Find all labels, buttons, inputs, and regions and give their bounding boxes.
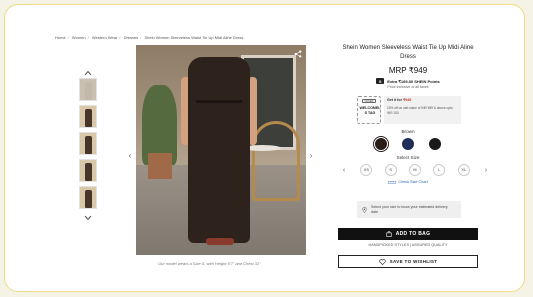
image-caption: Our model wears a Size S, with Height 5'… (158, 261, 261, 266)
thumbnail-strip (77, 68, 99, 223)
size-next-icon[interactable]: › (482, 167, 490, 174)
add-to-bag-label: ADD TO BAG (395, 231, 431, 237)
thumbnail-1[interactable] (79, 78, 97, 101)
quality-tagline: HANDPICKED STYLES | ASSURED QUALITY (368, 243, 448, 247)
breadcrumb-women[interactable]: Women (72, 35, 86, 40)
share-icon[interactable] (293, 49, 302, 58)
swatch-navy[interactable] (402, 138, 414, 150)
save-to-wishlist-button[interactable]: SAVE TO WISHLIST (338, 255, 478, 268)
product-price: MRP ₹949 (388, 66, 428, 75)
breadcrumb-home[interactable]: Home (55, 35, 66, 40)
breadcrumb: Home / Women / Western Wear / Dresses / Shei… (55, 35, 244, 40)
thumbnail-2[interactable] (79, 105, 97, 128)
shein-points: S Extra ₹189.80 SHEIN Points (338, 78, 478, 84)
swatch-black[interactable] (429, 138, 441, 150)
points-text: Extra ₹189.80 SHEIN Points (387, 78, 440, 84)
get-for-label: Get it for (387, 98, 402, 102)
coupon-code: WELCOMEL S TAG (359, 106, 381, 115)
add-to-bag-button[interactable]: ADD TO BAG (338, 228, 478, 240)
product-page-frame: Home / Women / Western Wear / Dresses / Shei… (4, 4, 525, 292)
size-chart-label: Check Size Chart (398, 180, 428, 184)
delivery-info: Select your size to know your estimated … (357, 201, 461, 218)
size-m[interactable]: M (408, 164, 421, 176)
wishlist-label: SAVE TO WISHLIST (389, 259, 438, 264)
offer-section: OFFER WELCOMEL S TAG Get it for ₹949 15%… (357, 96, 461, 124)
size-chart-link[interactable]: Check Size Chart (338, 180, 478, 184)
product-title: Shein Women Sleeveless Waist Tie Up Midi… (342, 45, 474, 60)
size-s[interactable]: S (384, 164, 397, 176)
offer-description: 15% off on cart value of INR 699 & above… (387, 106, 453, 115)
size-prev-icon[interactable]: ‹ (340, 167, 348, 174)
get-for-amount: ₹949 (402, 98, 412, 102)
chevron-left-icon[interactable]: ‹ (125, 150, 135, 160)
thumbnail-4[interactable] (79, 159, 97, 182)
breadcrumb-dresses[interactable]: Dresses (124, 35, 139, 40)
thumbnail-5[interactable] (79, 186, 97, 209)
thumbnail-3[interactable] (79, 132, 97, 155)
color-label: Brown (401, 129, 415, 134)
ruler-icon (388, 180, 396, 184)
coupon-tag: OFFER (362, 99, 376, 103)
location-icon (362, 206, 367, 213)
chevron-right-icon[interactable]: › (306, 150, 316, 160)
main-product-image (136, 45, 306, 255)
delivery-text: Select your size to know your estimated … (370, 204, 448, 214)
size-xs[interactable]: XS (360, 164, 373, 176)
heart-icon (378, 258, 386, 265)
bag-icon (386, 231, 392, 237)
points-badge-icon: S (376, 78, 385, 84)
tax-note: Price inclusive of all taxes (387, 85, 429, 89)
chevron-down-icon[interactable] (77, 213, 99, 223)
coupon-card[interactable]: OFFER WELCOMEL S TAG (357, 96, 381, 124)
color-swatches (372, 135, 441, 153)
chevron-up-icon[interactable] (77, 68, 99, 78)
size-label: Select Size (396, 155, 420, 160)
breadcrumb-current: Shein Women Sleeveless Waist Tie Up Midi… (144, 35, 244, 40)
breadcrumb-western-wear[interactable]: Western Wear (92, 35, 117, 40)
offer-details: Get it for ₹949 15% off on cart value of… (384, 96, 461, 124)
size-selector: ‹ XS S M L XL › (340, 163, 490, 177)
swatch-brown[interactable] (372, 135, 390, 153)
size-l[interactable]: L (433, 164, 446, 176)
size-xl[interactable]: XL (457, 164, 470, 176)
